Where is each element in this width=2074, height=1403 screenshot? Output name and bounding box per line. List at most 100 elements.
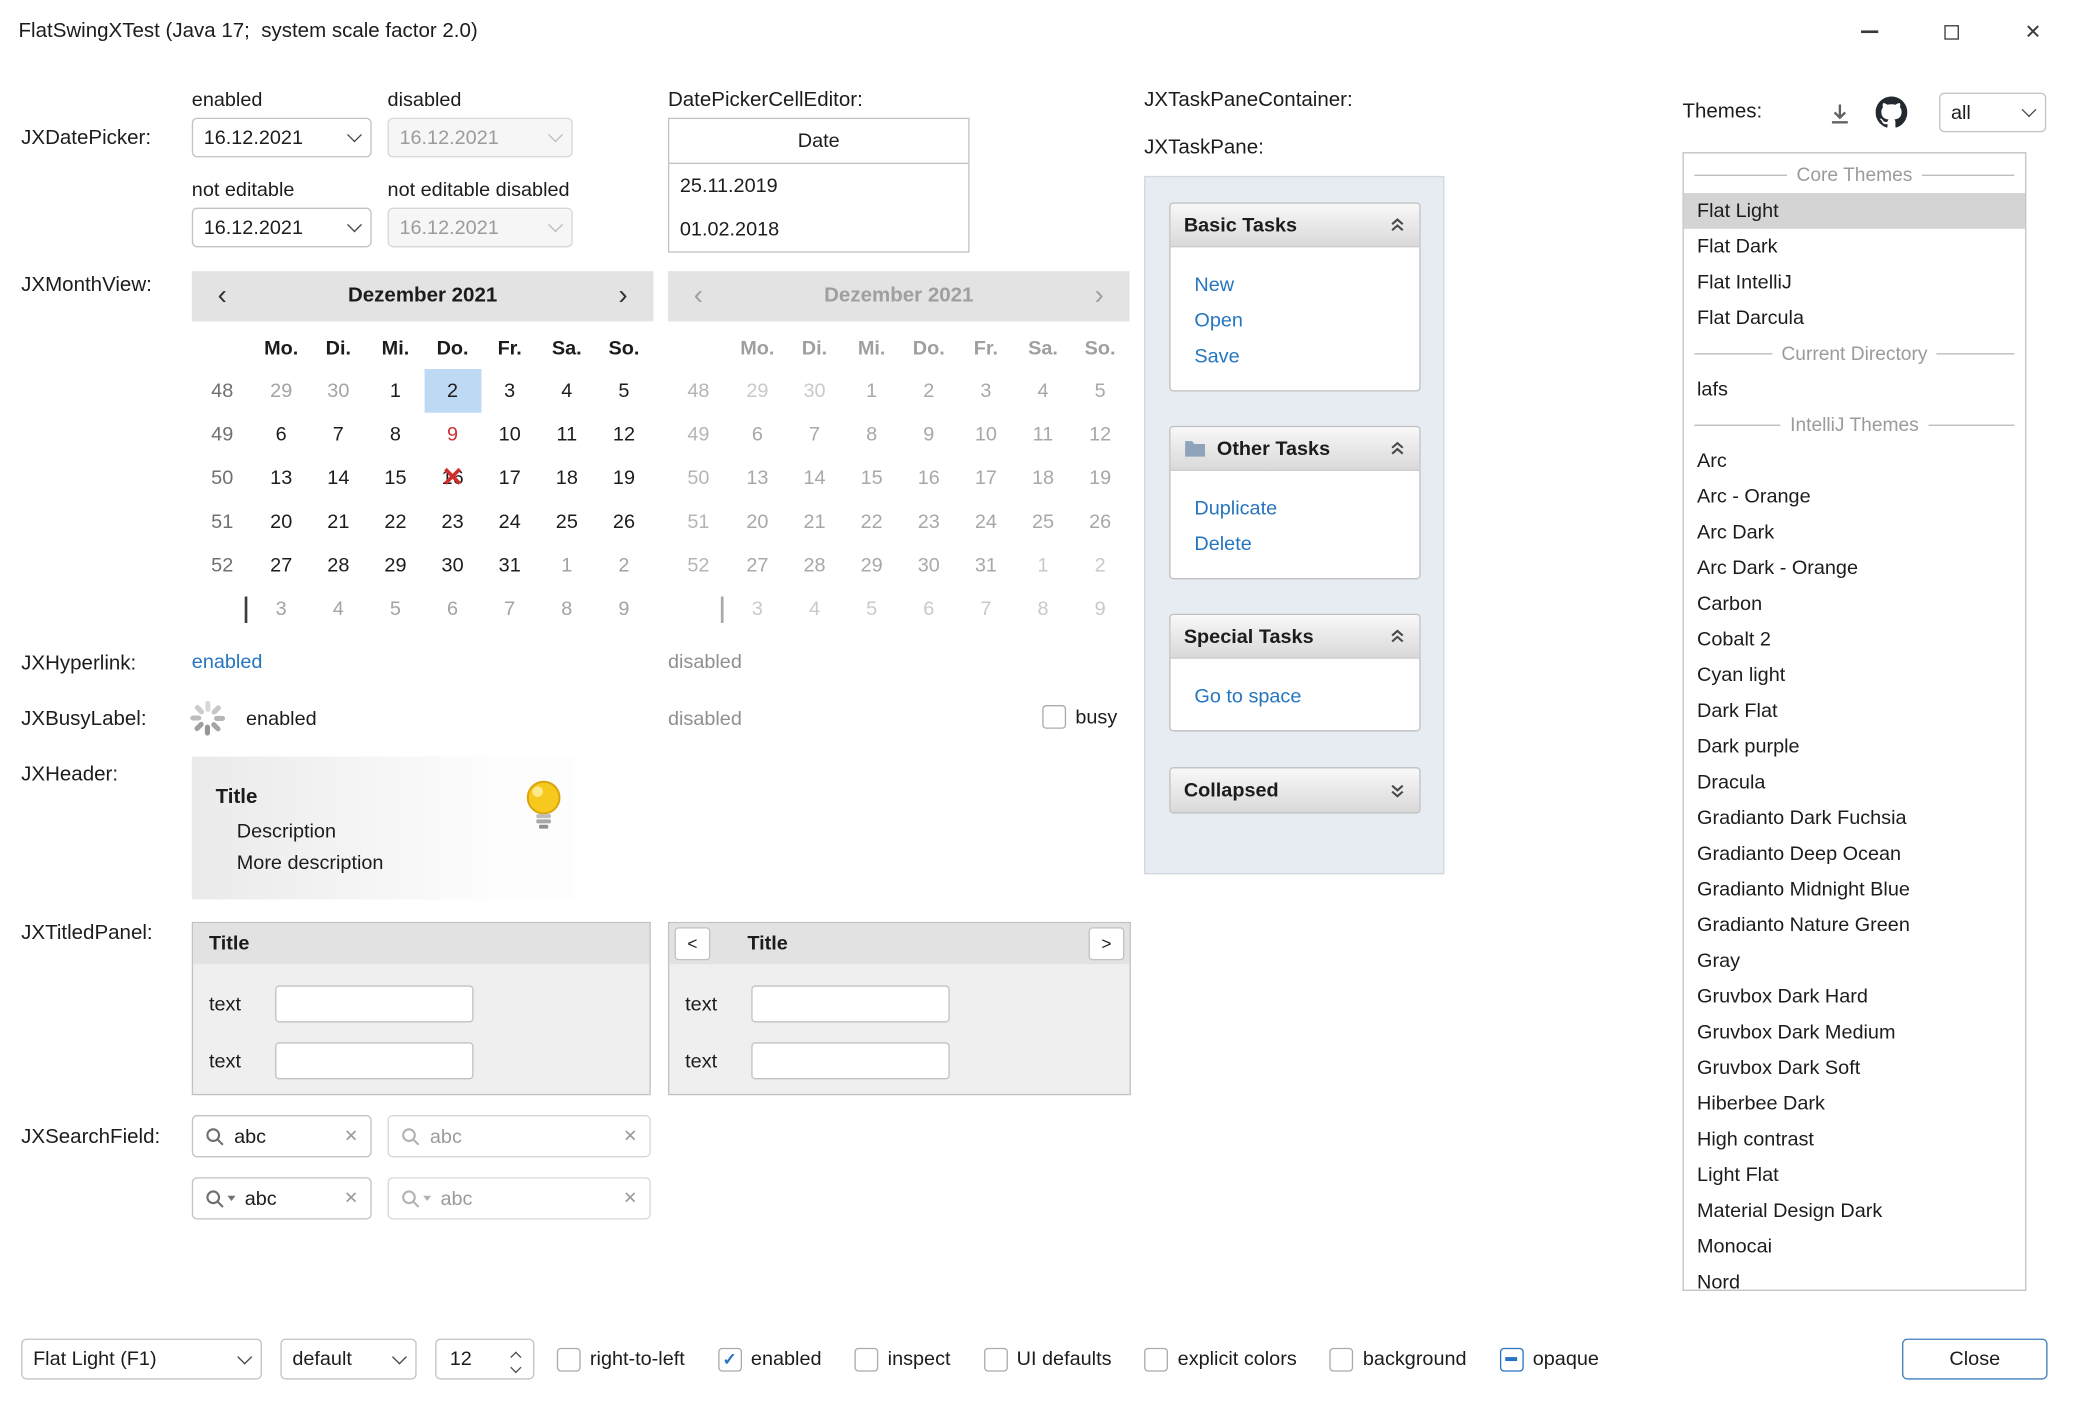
calendar-day[interactable]: 21 [310,500,367,544]
minimize-button[interactable] [1828,0,1910,63]
theme-item[interactable]: Carbon [1684,586,2025,622]
calendar-day[interactable]: 8 [538,587,595,631]
calendar-day[interactable]: 9 [595,587,652,631]
theme-item[interactable]: High contrast [1684,1122,2025,1158]
theme-item[interactable]: Arc - Orange [1684,479,2025,515]
text-input[interactable] [752,985,950,1022]
calendar-day[interactable]: 18 [538,456,595,500]
theme-item[interactable]: Flat Darcula [1684,300,2025,336]
calendar-day[interactable]: 26 [595,500,652,544]
github-icon[interactable] [1874,95,1908,129]
table-column-header[interactable]: Date [669,119,968,164]
calendar-day[interactable]: 4 [310,587,367,631]
font-combo[interactable]: default [280,1339,416,1380]
calendar-day[interactable]: 13 [253,456,310,500]
checkbox-ui-defaults[interactable]: UI defaults [984,1347,1112,1371]
calendar-day[interactable]: 3 [253,587,310,631]
calendar-day[interactable]: 22 [367,500,424,544]
calendar-day[interactable]: 24 [481,500,538,544]
checkbox-inspect[interactable]: inspect [855,1347,951,1371]
theme-item[interactable]: Dark Flat [1684,693,2025,729]
maximize-button[interactable] [1910,0,1992,63]
checkbox-enabled[interactable]: ✓enabled [718,1347,822,1371]
calendar-day[interactable]: 5 [595,369,652,413]
calendar-day[interactable]: 17 [481,456,538,500]
theme-item[interactable]: Monocai [1684,1229,2025,1265]
taskpane-header[interactable]: Basic Tasks [1171,204,1420,248]
spinner-up-icon[interactable] [510,1351,521,1362]
spinner-down-icon[interactable] [510,1361,521,1372]
theme-item[interactable]: Arc Dark - Orange [1684,550,2025,586]
theme-item[interactable]: Nord [1684,1265,2025,1291]
taskpane-link[interactable]: Delete [1194,526,1419,562]
calendar-day[interactable]: 20 [253,500,310,544]
title-right-button[interactable]: > [1089,927,1125,960]
taskpane-link[interactable]: New [1194,267,1419,303]
datepicker-dropdown-button[interactable] [339,119,371,156]
laf-combo[interactable]: Flat Light (F1) [21,1339,262,1380]
theme-item[interactable]: Gradianto Dark Fuchsia [1684,800,2025,836]
checkbox-right-to-left[interactable]: right-to-left [557,1347,685,1371]
theme-item[interactable]: Flat Light [1684,193,2025,229]
table-row[interactable]: 25.11.2019 [669,164,968,208]
calendar-day[interactable]: 14 [310,456,367,500]
calendar-day[interactable]: 7 [481,587,538,631]
calendar-day[interactable]: 31 [481,544,538,588]
calendar-day[interactable]: 25 [538,500,595,544]
theme-item[interactable]: Gruvbox Dark Medium [1684,1015,2025,1051]
calendar-day[interactable]: 5 [367,587,424,631]
calendar-day[interactable]: 28 [310,544,367,588]
theme-item[interactable]: Dracula [1684,765,2025,801]
theme-item[interactable]: Flat Dark [1684,229,2025,265]
close-button[interactable]: Close [1902,1339,2047,1380]
theme-item[interactable]: Hiberbee Dark [1684,1086,2025,1122]
theme-item[interactable]: Arc [1684,443,2025,479]
calendar-day[interactable]: 1 [367,369,424,413]
calendar-day[interactable]: 6 [253,413,310,457]
clear-icon[interactable]: ✕ [344,1188,358,1209]
taskpane-header[interactable]: Other Tasks [1171,427,1420,471]
calendar-day[interactable]: 7 [310,413,367,457]
calendar-day[interactable]: 23 [424,500,481,544]
hyperlink-enabled[interactable]: enabled [192,651,263,673]
checkbox-busy[interactable]: busy [1042,705,1117,729]
clear-icon[interactable]: ✕ [344,1126,358,1147]
taskpane-header[interactable]: Collapsed [1171,768,1420,812]
text-input[interactable] [275,1042,473,1079]
theme-item[interactable]: Cobalt 2 [1684,622,2025,658]
calendar-day[interactable]: 8 [367,413,424,457]
search-field-enabled[interactable]: abc ✕ [192,1115,372,1157]
checkbox-background[interactable]: background [1330,1347,1467,1371]
theme-item[interactable]: Gruvbox Dark Hard [1684,979,2025,1015]
calendar-day[interactable]: 15 [367,456,424,500]
calendar-day[interactable]: 1 [538,544,595,588]
theme-item[interactable]: Gradianto Midnight Blue [1684,872,2025,908]
datepicker-not-editable[interactable]: 16.12.2021 [192,208,372,248]
theme-item[interactable]: Material Design Dark [1684,1193,2025,1229]
calendar-day[interactable]: 11 [538,413,595,457]
table-row[interactable]: 01.02.2018 [669,208,968,252]
title-left-button[interactable]: < [675,927,711,960]
checkbox-opaque[interactable]: opaque [1500,1347,1599,1371]
calendar-day[interactable]: 29 [367,544,424,588]
theme-item[interactable]: Dark purple [1684,729,2025,765]
theme-item[interactable]: Arc Dark [1684,515,2025,551]
text-input[interactable] [275,985,473,1022]
calendar-day[interactable]: 16 [424,456,481,500]
download-icon[interactable] [1824,98,1856,130]
calendar-day[interactable]: 2 [595,544,652,588]
theme-item[interactable]: Cyan light [1684,657,2025,693]
calendar-day[interactable]: 4 [538,369,595,413]
close-window-button[interactable]: ✕ [1992,0,2074,63]
calendar-day[interactable]: 6 [424,587,481,631]
taskpane-header[interactable]: Special Tasks [1171,615,1420,659]
prev-month-button[interactable]: ‹ [192,271,253,321]
datepicker-enabled[interactable]: 16.12.2021 [192,118,372,158]
taskpane-link[interactable]: Duplicate [1194,491,1419,527]
taskpane-link[interactable]: Open [1194,303,1419,339]
calendar-day[interactable]: 30 [424,544,481,588]
datepicker-dropdown-button[interactable] [339,209,371,246]
taskpane-link[interactable]: Save [1194,339,1419,375]
search-field-with-menu[interactable]: abc ✕ [192,1177,372,1219]
taskpane-link[interactable]: Go to space [1194,679,1419,715]
